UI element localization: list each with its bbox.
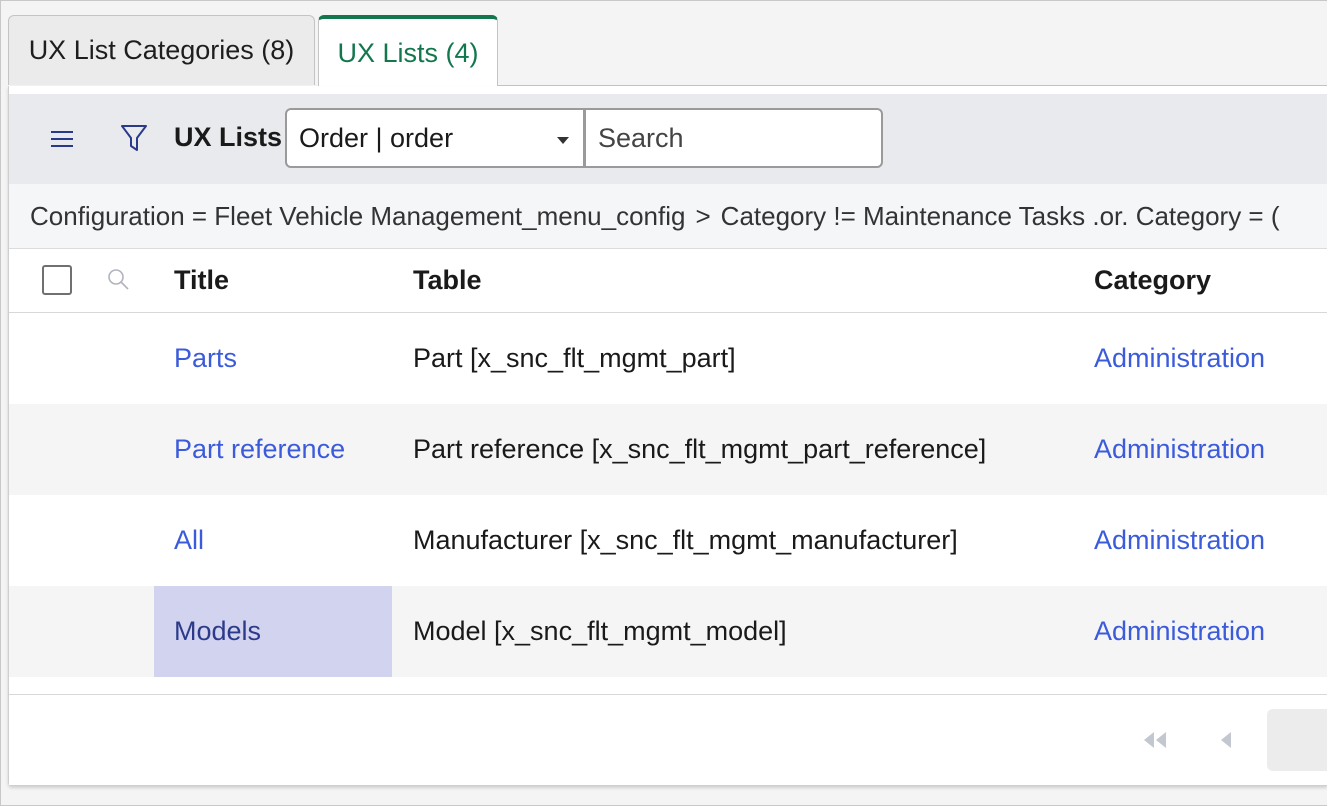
table-row: All Manufacturer [x_snc_flt_mgmt_manufac… (9, 495, 1327, 586)
row-title-link[interactable]: Models (154, 586, 392, 677)
row-title-link[interactable]: Parts (154, 313, 392, 404)
breadcrumb-item-configuration[interactable]: Configuration = Fleet Vehicle Management… (9, 201, 685, 232)
filter-breadcrumb: Configuration = Fleet Vehicle Management… (9, 184, 1327, 249)
column-header-title[interactable]: Title (174, 265, 229, 296)
column-header-table[interactable]: Table (413, 265, 482, 296)
list-title: UX Lists (174, 122, 283, 152)
row-table-value: Part [x_snc_flt_mgmt_part] (413, 343, 736, 373)
search-field-select[interactable]: Order | order (285, 108, 585, 168)
pagination-bar (9, 694, 1327, 785)
list-panel: UX Lists Order | order Search Configurat… (8, 86, 1327, 786)
row-title-link[interactable]: All (154, 495, 392, 586)
tab-bar: UX List Categories (8) UX Lists (4) (1, 1, 1327, 87)
app-frame: UX List Categories (8) UX Lists (4) UX L… (0, 0, 1327, 806)
select-all-checkbox[interactable] (42, 265, 72, 295)
row-category-link[interactable]: Administration (1094, 495, 1265, 586)
tab-ux-lists[interactable]: UX Lists (4) (318, 15, 498, 87)
page-number-input[interactable] (1267, 709, 1327, 771)
funnel-icon[interactable] (119, 121, 149, 155)
tab-ux-list-categories[interactable]: UX List Categories (8) (8, 15, 315, 85)
first-page-icon[interactable] (1141, 731, 1169, 749)
select-value: Order | order (299, 122, 454, 153)
chevron-down-icon (557, 137, 569, 144)
row-table-value: Model [x_snc_flt_mgmt_model] (413, 616, 787, 646)
search-icon[interactable] (106, 267, 130, 291)
row-table-value: Part reference [x_snc_flt_mgmt_part_refe… (413, 434, 987, 464)
search-input[interactable]: Search (585, 108, 883, 168)
table-row: Parts Part [x_snc_flt_mgmt_part] Adminis… (9, 313, 1327, 404)
column-header-category[interactable]: Category (1094, 265, 1211, 296)
hamburger-menu-icon[interactable] (49, 127, 75, 151)
table-header: Title Table Category (9, 249, 1327, 313)
row-table-value: Manufacturer [x_snc_flt_mgmt_manufacture… (413, 525, 958, 555)
row-category-link[interactable]: Administration (1094, 586, 1265, 677)
row-category-link[interactable]: Administration (1094, 404, 1265, 495)
breadcrumb-separator: > (695, 200, 711, 231)
breadcrumb-item-category[interactable]: Category != Maintenance Tasks .or. Categ… (721, 201, 1280, 232)
table-row: Part reference Part reference [x_snc_flt… (9, 404, 1327, 495)
previous-page-icon[interactable] (1219, 731, 1233, 749)
row-title-link[interactable]: Part reference (154, 404, 392, 495)
table-body: Parts Part [x_snc_flt_mgmt_part] Adminis… (9, 313, 1327, 677)
row-category-link[interactable]: Administration (1094, 313, 1265, 404)
list-toolbar: UX Lists Order | order Search (9, 94, 1327, 184)
table-row: Models Model [x_snc_flt_mgmt_model] Admi… (9, 586, 1327, 677)
